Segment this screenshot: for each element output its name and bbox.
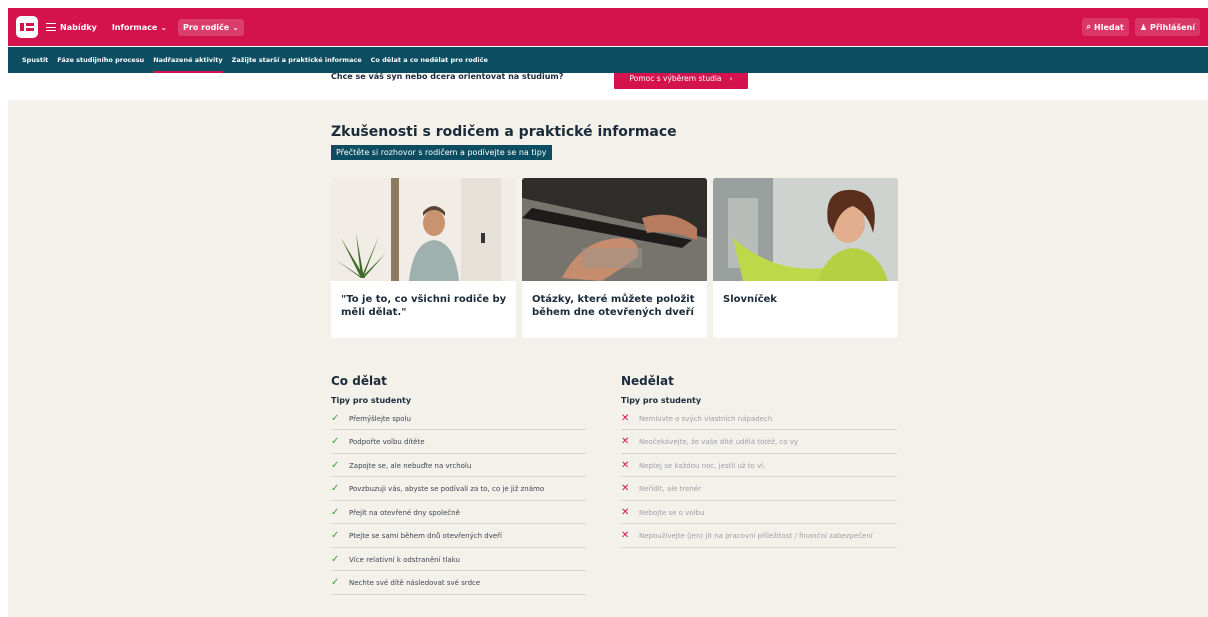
dont-item-text: Nebojte se o volbu bbox=[639, 508, 705, 517]
nav-informace-label: Informace bbox=[111, 22, 158, 32]
user-icon: ♟ bbox=[1139, 22, 1147, 32]
do-heading: Co dělat bbox=[331, 374, 387, 388]
card-list: "To je to, co všichni rodiče by měli děl… bbox=[331, 178, 898, 338]
chevron-right-icon: › bbox=[729, 73, 733, 83]
study-help-label: Pomoc s výběrem studia bbox=[629, 73, 722, 83]
cross-icon: ✕ bbox=[621, 530, 630, 542]
woman-photo bbox=[713, 178, 898, 281]
dont-item: ✕ Nebojte se o volbu bbox=[621, 506, 897, 525]
do-item: ✓ Ptejte se sami během dnů otevřených dve… bbox=[331, 530, 586, 548]
dont-item: ✕ Neptej se každou noc, jestli už to ví. bbox=[621, 459, 897, 478]
dont-item-text: Nemluvte o svých vlastních nápadech bbox=[639, 415, 773, 423]
do-item: ✓ Přemýšlejte spolu bbox=[331, 413, 586, 431]
search-label: Hledat bbox=[1094, 22, 1124, 32]
menu-button[interactable]: Nabídky bbox=[46, 23, 97, 32]
dont-item: ✕ Neřídit, ale trenér bbox=[621, 483, 897, 501]
nav-pro-rodice-label: Pro rodiče bbox=[183, 22, 230, 32]
login-label: Přihlášení bbox=[1149, 22, 1195, 32]
cross-icon: ✕ bbox=[621, 506, 630, 518]
card-glossary[interactable]: Slovníček bbox=[713, 178, 898, 338]
hamburger-icon bbox=[46, 23, 56, 31]
do-item-text: Zapojte se, ale nebuďte na vrcholu bbox=[349, 461, 472, 470]
dont-item-text: Neptej se každou noc, jestli už to ví. bbox=[639, 461, 766, 470]
subnav-faze[interactable]: Fáze studijního procesu bbox=[57, 47, 144, 73]
card-image-laptop bbox=[522, 178, 707, 281]
dont-item-text: Nepoužívejte (jen) jít na pracovní příle… bbox=[639, 532, 873, 541]
card-open-day-questions[interactable]: Otázky, které můžete položit během dne o… bbox=[522, 178, 707, 338]
do-item: ✓ Přejít na otevřené dny společně bbox=[331, 506, 586, 525]
dont-item-text: Neřídit, ale trenér bbox=[639, 485, 702, 494]
search-button[interactable]: ⌕ Hledat bbox=[1081, 18, 1129, 36]
check-icon: ✓ bbox=[331, 553, 340, 565]
page: Nabídky Informace ⌄ Pro rodiče ⌄ ⌕ Hleda… bbox=[0, 0, 1208, 617]
do-item-text: Přemýšlejte spolu bbox=[349, 415, 411, 423]
do-item-text: Více relativní k odstranění tlaku bbox=[349, 555, 460, 564]
do-subheading: Tipy pro studenty bbox=[331, 396, 412, 405]
dont-item: ✕ Neočekávejte, že vaše dítě udělá totéž,… bbox=[621, 436, 897, 454]
cross-icon: ✕ bbox=[621, 413, 630, 424]
search-icon: ⌕ bbox=[1086, 22, 1091, 31]
dont-item: ✕ Nemluvte o svých vlastních nápadech bbox=[621, 413, 897, 431]
cross-icon: ✕ bbox=[621, 436, 630, 448]
check-icon: ✓ bbox=[331, 577, 340, 589]
dont-item-text: Neočekávejte, že vaše dítě udělá totéž, … bbox=[639, 438, 799, 447]
study-help-button[interactable]: Pomoc s výběrem studia › bbox=[614, 73, 748, 89]
dont-column: Nedělat Tipy pro studenty ✕ Nemluvte o sv… bbox=[621, 374, 897, 554]
card-image-parent bbox=[331, 178, 516, 281]
card-image-woman bbox=[713, 178, 898, 281]
subnav-nadrazene-aktivity[interactable]: Nadřazené aktivity bbox=[153, 47, 224, 73]
dont-list: ✕ Nemluvte o svých vlastních nápadech ✕ Ne… bbox=[621, 413, 897, 548]
chevron-down-icon: ⌄ bbox=[232, 22, 239, 32]
card-title: Otázky, které můžete položit během dne o… bbox=[532, 294, 695, 318]
do-item: ✓ Nechte své dítě následovat své srdce bbox=[331, 577, 586, 595]
nav-informace[interactable]: Informace ⌄ bbox=[107, 19, 172, 36]
do-item: ✓ Více relativní k odstranění tlaku bbox=[331, 553, 586, 572]
dont-subheading: Tipy pro studenty bbox=[621, 396, 702, 405]
card-parent-interview[interactable]: "To je to, co všichni rodiče by měli děl… bbox=[331, 178, 516, 338]
login-button[interactable]: ♟ Přihlášení bbox=[1134, 18, 1200, 36]
check-icon: ✓ bbox=[331, 436, 340, 448]
card-title: Slovníček bbox=[723, 294, 777, 305]
parent-photo bbox=[331, 178, 516, 281]
check-icon: ✓ bbox=[331, 413, 340, 424]
sub-navigation: Spustit Fáze studijního procesu Nadřazen… bbox=[8, 47, 1208, 73]
do-item-text: Přejít na otevřené dny společně bbox=[349, 508, 460, 517]
top-navigation-bar: Nabídky Informace ⌄ Pro rodiče ⌄ ⌕ Hleda… bbox=[8, 8, 1208, 46]
do-item-text: Ptejte se sami během dnů otevřených dveř… bbox=[349, 532, 502, 541]
do-column: Co dělat Tipy pro studenty ✓ Přemýšlejte … bbox=[331, 374, 586, 601]
main-content: Zkušenosti s rodičem a praktické informa… bbox=[8, 100, 1208, 617]
do-item-text: Nechte své dítě následovat své srdce bbox=[349, 579, 481, 588]
laptop-photo bbox=[522, 178, 707, 281]
do-item-text: Podpořte volbu dítěte bbox=[349, 438, 425, 447]
check-icon: ✓ bbox=[331, 506, 340, 518]
section-title: Zkušenosti s rodičem a praktické informa… bbox=[331, 124, 677, 140]
subnav-zazijte[interactable]: Zažijte starší a praktické informace bbox=[232, 47, 362, 73]
nav-pro-rodice[interactable]: Pro rodiče ⌄ bbox=[178, 18, 244, 36]
do-item: ✓ Podpořte volbu dítěte bbox=[331, 436, 586, 454]
cross-icon: ✕ bbox=[621, 459, 630, 471]
cross-icon: ✕ bbox=[621, 483, 630, 495]
dont-heading: Nedělat bbox=[621, 374, 674, 388]
do-item: ✓ Zapojte se, ale nebuďte na vrcholu bbox=[331, 459, 586, 478]
do-item-text: Povzbuzuji vás, abyste se podívali za to… bbox=[349, 485, 545, 494]
subnav-spustit[interactable]: Spustit bbox=[22, 47, 48, 73]
banner-question: Chce se váš syn nebo dcera orientovat na… bbox=[331, 73, 564, 81]
logo-icon bbox=[20, 23, 34, 31]
dont-item: ✕ Nepoužívejte (jen) jít na pracovní příl… bbox=[621, 530, 897, 548]
card-title: "To je to, co všichni rodiče by měli děl… bbox=[341, 294, 507, 318]
study-help-banner: Chce se váš syn nebo dcera orientovat na… bbox=[8, 73, 1208, 100]
site-logo[interactable] bbox=[16, 16, 38, 38]
section-subtitle: Přečtěte si rozhovor s rodičem a podívej… bbox=[331, 145, 552, 160]
check-icon: ✓ bbox=[331, 459, 340, 471]
do-list: ✓ Přemýšlejte spolu ✓ Podpořte volbu dítět… bbox=[331, 413, 586, 595]
check-icon: ✓ bbox=[331, 530, 340, 542]
chevron-down-icon: ⌄ bbox=[160, 22, 168, 32]
do-item: ✓ Povzbuzuji vás, abyste se podívali za t… bbox=[331, 483, 586, 501]
subnav-co-delat[interactable]: Co dělat a co nedělat pro rodiče bbox=[371, 47, 488, 73]
check-icon: ✓ bbox=[331, 483, 340, 495]
menu-label: Nabídky bbox=[60, 22, 97, 32]
